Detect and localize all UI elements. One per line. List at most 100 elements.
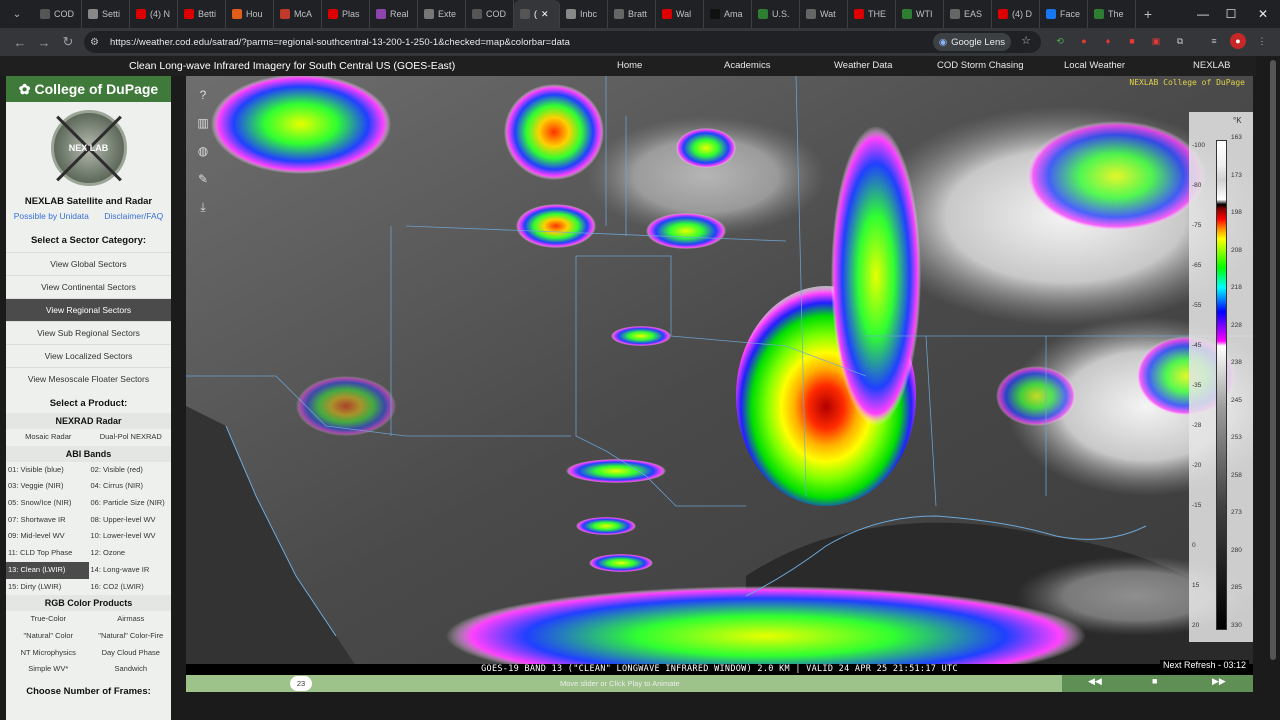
disclaimer-link[interactable]: Disclaimer/FAQ bbox=[104, 211, 163, 221]
unidata-link[interactable]: Possible by Unidata bbox=[14, 211, 89, 221]
extension-icon[interactable]: ■ bbox=[1124, 33, 1140, 49]
abi-band-item[interactable]: 05: Snow/Ice (NIR) bbox=[6, 495, 89, 512]
extension-icon[interactable]: ⟲ bbox=[1052, 33, 1068, 49]
browser-tab[interactable]: Ama bbox=[704, 0, 752, 28]
sector-item[interactable]: View Regional Sectors bbox=[6, 298, 171, 321]
sector-item[interactable]: View Localized Sectors bbox=[6, 344, 171, 367]
browser-tab[interactable]: Hou bbox=[226, 0, 274, 28]
nav-nexlab[interactable]: NEXLAB bbox=[1193, 60, 1231, 71]
extension-icon[interactable]: ● bbox=[1076, 33, 1092, 49]
nav-weather-data[interactable]: Weather Data bbox=[834, 60, 892, 71]
abi-band-item[interactable]: 14: Long-wave IR bbox=[89, 562, 172, 579]
close-tab-icon[interactable]: ✕ bbox=[541, 9, 549, 20]
abi-band-item[interactable]: 11: CLD Top Phase bbox=[6, 545, 89, 562]
abi-band-item[interactable]: 13: Clean (LWIR) bbox=[6, 561, 89, 579]
browser-tab[interactable]: EAS bbox=[944, 0, 992, 28]
abi-band-item[interactable]: 09: Mid-level WV bbox=[6, 528, 89, 545]
fast-forward-icon[interactable]: ▶▶ bbox=[1212, 676, 1226, 687]
pencil-icon[interactable]: ✎ bbox=[192, 168, 214, 190]
close-window-icon[interactable]: ✕ bbox=[1246, 0, 1280, 28]
site-info-icon[interactable]: ⚙ bbox=[90, 37, 106, 48]
browser-tab[interactable]: Inbc bbox=[560, 0, 608, 28]
maximize-icon[interactable]: ☐ bbox=[1214, 0, 1248, 28]
tab-label: Hou bbox=[246, 9, 263, 19]
tab-label: Wal bbox=[676, 9, 692, 19]
browser-tab[interactable]: Real bbox=[370, 0, 418, 28]
browser-tab[interactable]: Bratt bbox=[608, 0, 656, 28]
new-tab-button[interactable]: + bbox=[1136, 6, 1160, 22]
menu-icon[interactable]: ⋮ bbox=[1254, 33, 1270, 49]
sector-item[interactable]: View Sub Regional Sectors bbox=[6, 321, 171, 344]
layers-icon[interactable]: ▥ bbox=[192, 112, 214, 134]
nav-home[interactable]: Home bbox=[617, 60, 642, 71]
rgb-product-item[interactable]: Airmass bbox=[89, 611, 172, 628]
nexrad-item[interactable]: Mosaic Radar bbox=[6, 429, 89, 446]
browser-tab[interactable]: Wal bbox=[656, 0, 704, 28]
browser-tab[interactable]: Plas bbox=[322, 0, 370, 28]
browser-tab[interactable]: Face bbox=[1040, 0, 1088, 28]
abi-band-item[interactable]: 06: Particle Size (NIR) bbox=[89, 495, 172, 512]
google-lens-button[interactable]: ◉ Google Lens bbox=[932, 33, 1011, 51]
rgb-product-item[interactable]: True-Color bbox=[6, 611, 89, 628]
abi-band-item[interactable]: 07: Shortwave IR bbox=[6, 512, 89, 529]
frame-slider-knob[interactable]: 23 bbox=[290, 676, 312, 691]
extensions-puzzle-icon[interactable]: ⧉ bbox=[1172, 33, 1188, 49]
abi-band-item[interactable]: 12: Ozone bbox=[89, 545, 172, 562]
brand-header[interactable]: ✿ College of DuPage bbox=[6, 76, 171, 102]
rewind-icon[interactable]: ◀◀ bbox=[1088, 676, 1102, 687]
sector-item[interactable]: View Mesoscale Floater Sectors bbox=[6, 367, 171, 390]
back-icon[interactable]: ← bbox=[8, 30, 32, 54]
nexrad-item[interactable]: Dual-Pol NEXRAD bbox=[89, 429, 172, 446]
abi-band-item[interactable]: 15: Dirty (LWIR) bbox=[6, 579, 89, 596]
rgb-product-item[interactable]: "Natural" Color bbox=[6, 628, 89, 645]
abi-band-item[interactable]: 04: Cirrus (NIR) bbox=[89, 478, 172, 495]
forward-icon[interactable]: → bbox=[32, 30, 56, 54]
address-bar[interactable]: ⚙ https://weather.cod.edu/satrad/?parms=… bbox=[84, 31, 1041, 53]
browser-tab[interactable]: (✕ bbox=[514, 0, 560, 28]
browser-tab[interactable]: U.S. bbox=[752, 0, 800, 28]
reading-list-icon[interactable]: ≡ bbox=[1206, 33, 1222, 49]
browser-tab[interactable]: COD bbox=[34, 0, 82, 28]
colorbar-celsius-label: -55 bbox=[1192, 302, 1202, 309]
browser-tab[interactable]: THE bbox=[848, 0, 896, 28]
profile-avatar[interactable]: ● bbox=[1230, 33, 1246, 49]
browser-tab[interactable]: The bbox=[1088, 0, 1136, 28]
rgb-product-item[interactable]: Sandwich bbox=[89, 661, 172, 678]
rgb-product-item[interactable]: "Natural" Color-Fire bbox=[89, 628, 172, 645]
help-icon[interactable]: ? bbox=[192, 84, 214, 106]
browser-tab[interactable]: Exte bbox=[418, 0, 466, 28]
reload-icon[interactable]: ↻ bbox=[56, 30, 80, 54]
browser-tab[interactable]: Betti bbox=[178, 0, 226, 28]
browser-tab[interactable]: Wat bbox=[800, 0, 848, 28]
abi-band-item[interactable]: 01: Visible (blue) bbox=[6, 462, 89, 479]
sector-item[interactable]: View Global Sectors bbox=[6, 252, 171, 275]
abi-band-item[interactable]: 02: Visible (red) bbox=[89, 462, 172, 479]
browser-tab[interactable]: WTI bbox=[896, 0, 944, 28]
browser-tab[interactable]: McA bbox=[274, 0, 322, 28]
stop-icon[interactable]: ■ bbox=[1152, 676, 1157, 686]
sector-item[interactable]: View Continental Sectors bbox=[6, 275, 171, 298]
globe-icon[interactable]: ◍ bbox=[192, 140, 214, 162]
browser-tab[interactable]: Setti bbox=[82, 0, 130, 28]
extension-icon[interactable]: ♦ bbox=[1100, 33, 1116, 49]
extension-icon[interactable]: ▣ bbox=[1148, 33, 1164, 49]
download-icon[interactable]: ⤓ bbox=[192, 196, 214, 218]
bookmark-star-icon[interactable]: ☆ bbox=[1021, 34, 1031, 47]
satellite-map[interactable]: NEXLAB College of DuPage ? ▥ ◍ ✎ ⤓ °K -1… bbox=[186, 76, 1253, 666]
nav-local-weather[interactable]: Local Weather bbox=[1064, 60, 1125, 71]
rgb-product-item[interactable]: Simple WV* bbox=[6, 661, 89, 678]
browser-tab[interactable]: (4) D bbox=[992, 0, 1040, 28]
rgb-product-item[interactable]: Day Cloud Phase bbox=[89, 645, 172, 662]
page-scrollbar[interactable] bbox=[1270, 60, 1276, 660]
abi-band-item[interactable]: 10: Lower-level WV bbox=[89, 528, 172, 545]
abi-band-item[interactable]: 08: Upper-level WV bbox=[89, 512, 172, 529]
browser-tab[interactable]: (4) N bbox=[130, 0, 178, 28]
abi-band-item[interactable]: 16: CO2 (LWIR) bbox=[89, 579, 172, 596]
abi-band-item[interactable]: 03: Veggie (NIR) bbox=[6, 478, 89, 495]
nav-academics[interactable]: Academics bbox=[724, 60, 770, 71]
rgb-product-item[interactable]: NT Microphysics bbox=[6, 645, 89, 662]
nav-storm-chasing[interactable]: COD Storm Chasing bbox=[937, 60, 1024, 71]
tab-search-icon[interactable]: ⌄ bbox=[0, 0, 34, 28]
browser-tab[interactable]: COD bbox=[466, 0, 514, 28]
url-text[interactable]: https://weather.cod.edu/satrad/?parms=re… bbox=[110, 37, 570, 48]
